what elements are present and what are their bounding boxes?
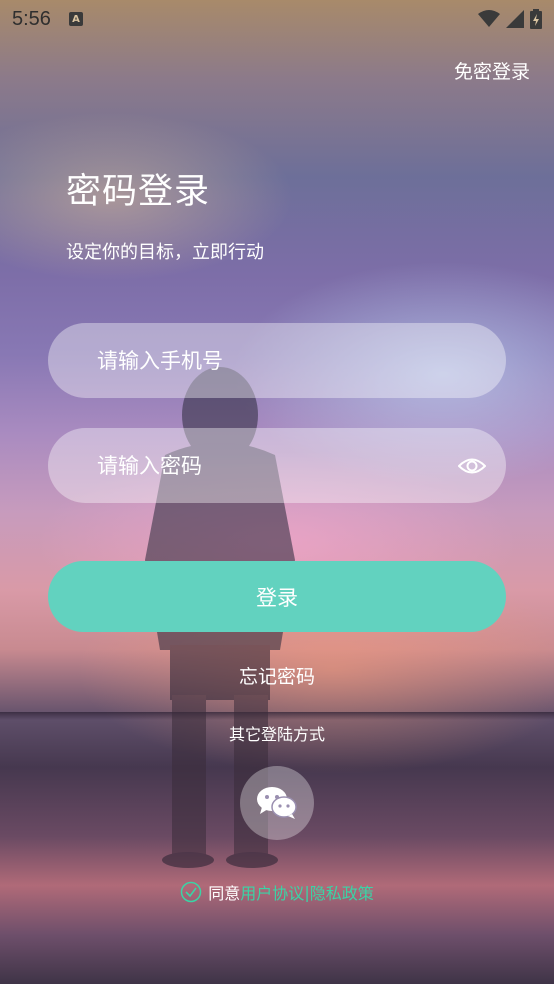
status-bar: 5:56 A: [0, 0, 554, 38]
status-left: 5:56 A: [12, 8, 83, 31]
forgot-password-link[interactable]: 忘记密码: [0, 662, 554, 689]
status-right: [478, 9, 542, 29]
wechat-login-button[interactable]: [240, 766, 314, 840]
agreement-prefix: 同意: [208, 884, 241, 903]
agreement-row: 同意 用户协议 | 隐私政策: [0, 880, 554, 904]
password-input[interactable]: [95, 427, 458, 504]
other-login-title: 其它登陆方式: [228, 725, 325, 744]
phone-input[interactable]: [95, 322, 486, 399]
phone-input-container: [48, 322, 506, 399]
wifi-icon: [478, 10, 500, 27]
wechat-icon: [257, 787, 297, 819]
page-subtitle: 设定你的目标，立即行动: [66, 242, 264, 263]
user-agreement-link[interactable]: 用户协议: [240, 880, 304, 904]
status-time: 5:56: [12, 7, 51, 30]
battery-charging-icon: [530, 9, 542, 29]
eye-icon[interactable]: [458, 452, 486, 480]
privacy-policy-link[interactable]: 隐私政策: [310, 880, 374, 904]
signal-icon: [506, 10, 524, 28]
page-title: 密码登录: [66, 172, 211, 212]
check-circle-icon[interactable]: [180, 881, 202, 903]
a-icon: A: [68, 12, 83, 26]
passwordless-login-link[interactable]: 免密登录: [454, 57, 530, 84]
login-button[interactable]: 登录: [48, 561, 506, 632]
password-input-container: [48, 427, 506, 504]
